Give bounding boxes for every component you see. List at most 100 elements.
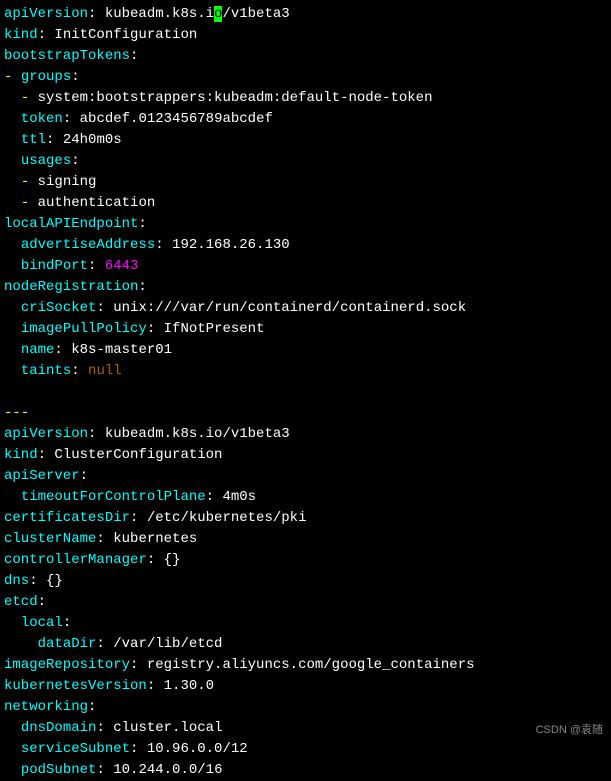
yaml-key: token — [21, 111, 63, 127]
yaml-line: - groups: — [4, 67, 607, 88]
yaml-key: taints — [21, 363, 71, 379]
yaml-line: etcd: — [4, 592, 607, 613]
yaml-key: kind — [4, 447, 38, 463]
yaml-line: apiVersion: kubeadm.k8s.io/v1beta3 — [4, 4, 607, 25]
yaml-line: certificatesDir: /etc/kubernetes/pki — [4, 508, 607, 529]
yaml-key: ttl — [21, 132, 46, 148]
dash-icon: - — [21, 174, 38, 190]
yaml-line: token: abcdef.0123456789abcdef — [4, 109, 607, 130]
yaml-line: ttl: 24h0m0s — [4, 130, 607, 151]
yaml-line: dataDir: /var/lib/etcd — [4, 634, 607, 655]
yaml-value: /etc/kubernetes/pki — [147, 510, 307, 526]
yaml-key: usages — [21, 153, 71, 169]
yaml-value: system:bootstrappers:kubeadm:default-nod… — [38, 90, 433, 106]
yaml-line: kind: InitConfiguration — [4, 25, 607, 46]
yaml-line: - system:bootstrappers:kubeadm:default-n… — [4, 88, 607, 109]
yaml-key: certificatesDir — [4, 510, 130, 526]
yaml-value: 1.30.0 — [164, 678, 214, 694]
yaml-line: apiVersion: kubeadm.k8s.io/v1beta3 — [4, 424, 607, 445]
yaml-line: dns: {} — [4, 571, 607, 592]
yaml-line: bindPort: 6443 — [4, 256, 607, 277]
yaml-value: kubeadm.k8s.io/v1beta3 — [105, 426, 290, 442]
yaml-value: 10.96.0.0/12 — [147, 741, 248, 757]
yaml-line: kind: ClusterConfiguration — [4, 445, 607, 466]
dash-icon: - — [21, 90, 38, 106]
yaml-value: unix:///var/run/containerd/containerd.so… — [113, 300, 466, 316]
yaml-key: timeoutForControlPlane — [21, 489, 206, 505]
yaml-key: bootstrapTokens — [4, 48, 130, 64]
yaml-line: taints: null — [4, 361, 607, 382]
yaml-value: 10.244.0.0/16 — [113, 762, 222, 778]
yaml-line: localAPIEndpoint: — [4, 214, 607, 235]
yaml-line: imagePullPolicy: IfNotPresent — [4, 319, 607, 340]
yaml-line: bootstrapTokens: — [4, 46, 607, 67]
yaml-value: kubernetes — [113, 531, 197, 547]
yaml-line: advertiseAddress: 192.168.26.130 — [4, 235, 607, 256]
yaml-key: name — [21, 342, 55, 358]
yaml-value: ClusterConfiguration — [54, 447, 222, 463]
yaml-value: 6443 — [105, 258, 139, 274]
yaml-value: 4m0s — [222, 489, 256, 505]
yaml-key: nodeRegistration — [4, 279, 138, 295]
dash-icon: - — [21, 195, 38, 211]
yaml-key: advertiseAddress — [21, 237, 155, 253]
yaml-value: k8s-master01 — [71, 342, 172, 358]
yaml-value: cluster.local — [113, 720, 222, 736]
yaml-key: podSubnet — [21, 762, 97, 778]
yaml-key: apiVersion — [4, 426, 88, 442]
document-separator: --- — [4, 405, 29, 421]
yaml-value: kubeadm.k8s.i — [105, 6, 214, 22]
yaml-value: registry.aliyuncs.com/google_containers — [147, 657, 475, 673]
yaml-line: apiServer: — [4, 466, 607, 487]
yaml-line: serviceSubnet: 10.96.0.0/12 — [4, 739, 607, 760]
yaml-key: imageRepository — [4, 657, 130, 673]
yaml-value: signing — [38, 174, 97, 190]
yaml-value: null — [88, 363, 122, 379]
yaml-editor[interactable]: apiVersion: kubeadm.k8s.io/v1beta3 kind:… — [4, 4, 607, 781]
yaml-line: kubernetesVersion: 1.30.0 — [4, 676, 607, 697]
watermark: CSDN @袁随 — [536, 722, 603, 739]
yaml-key: dnsDomain — [21, 720, 97, 736]
yaml-value: abcdef.0123456789abcdef — [80, 111, 273, 127]
yaml-line: dnsDomain: cluster.local — [4, 718, 607, 739]
yaml-value: authentication — [38, 195, 156, 211]
yaml-value: /v1beta3 — [222, 6, 289, 22]
yaml-line: controllerManager: {} — [4, 550, 607, 571]
yaml-key: kind — [4, 27, 38, 43]
yaml-key: dataDir — [38, 636, 97, 652]
yaml-key: etcd — [4, 594, 38, 610]
yaml-line: clusterName: kubernetes — [4, 529, 607, 550]
yaml-value: 192.168.26.130 — [172, 237, 290, 253]
yaml-key: dns — [4, 573, 29, 589]
yaml-key: localAPIEndpoint — [4, 216, 138, 232]
yaml-key: local — [21, 615, 63, 631]
yaml-line: networking: — [4, 697, 607, 718]
yaml-line: --- — [4, 403, 607, 424]
yaml-line: local: — [4, 613, 607, 634]
yaml-line: name: k8s-master01 — [4, 340, 607, 361]
yaml-line: - signing — [4, 172, 607, 193]
yaml-value: {} — [46, 573, 63, 589]
yaml-key: apiVersion — [4, 6, 88, 22]
yaml-key: bindPort — [21, 258, 88, 274]
yaml-key: imagePullPolicy — [21, 321, 147, 337]
yaml-key: clusterName — [4, 531, 96, 547]
yaml-line: timeoutForControlPlane: 4m0s — [4, 487, 607, 508]
yaml-line: - authentication — [4, 193, 607, 214]
yaml-value: 24h0m0s — [63, 132, 122, 148]
yaml-value: InitConfiguration — [54, 27, 197, 43]
yaml-line: usages: — [4, 151, 607, 172]
yaml-line — [4, 382, 607, 403]
yaml-key: groups — [21, 69, 71, 85]
yaml-value: {} — [164, 552, 181, 568]
yaml-key: apiServer — [4, 468, 80, 484]
yaml-key: serviceSubnet — [21, 741, 130, 757]
yaml-value: IfNotPresent — [164, 321, 265, 337]
yaml-key: controllerManager — [4, 552, 147, 568]
yaml-key: kubernetesVersion — [4, 678, 147, 694]
yaml-line: criSocket: unix:///var/run/containerd/co… — [4, 298, 607, 319]
yaml-value: /var/lib/etcd — [113, 636, 222, 652]
yaml-key: criSocket — [21, 300, 97, 316]
yaml-line: podSubnet: 10.244.0.0/16 — [4, 760, 607, 781]
dash-icon: - — [4, 69, 21, 85]
